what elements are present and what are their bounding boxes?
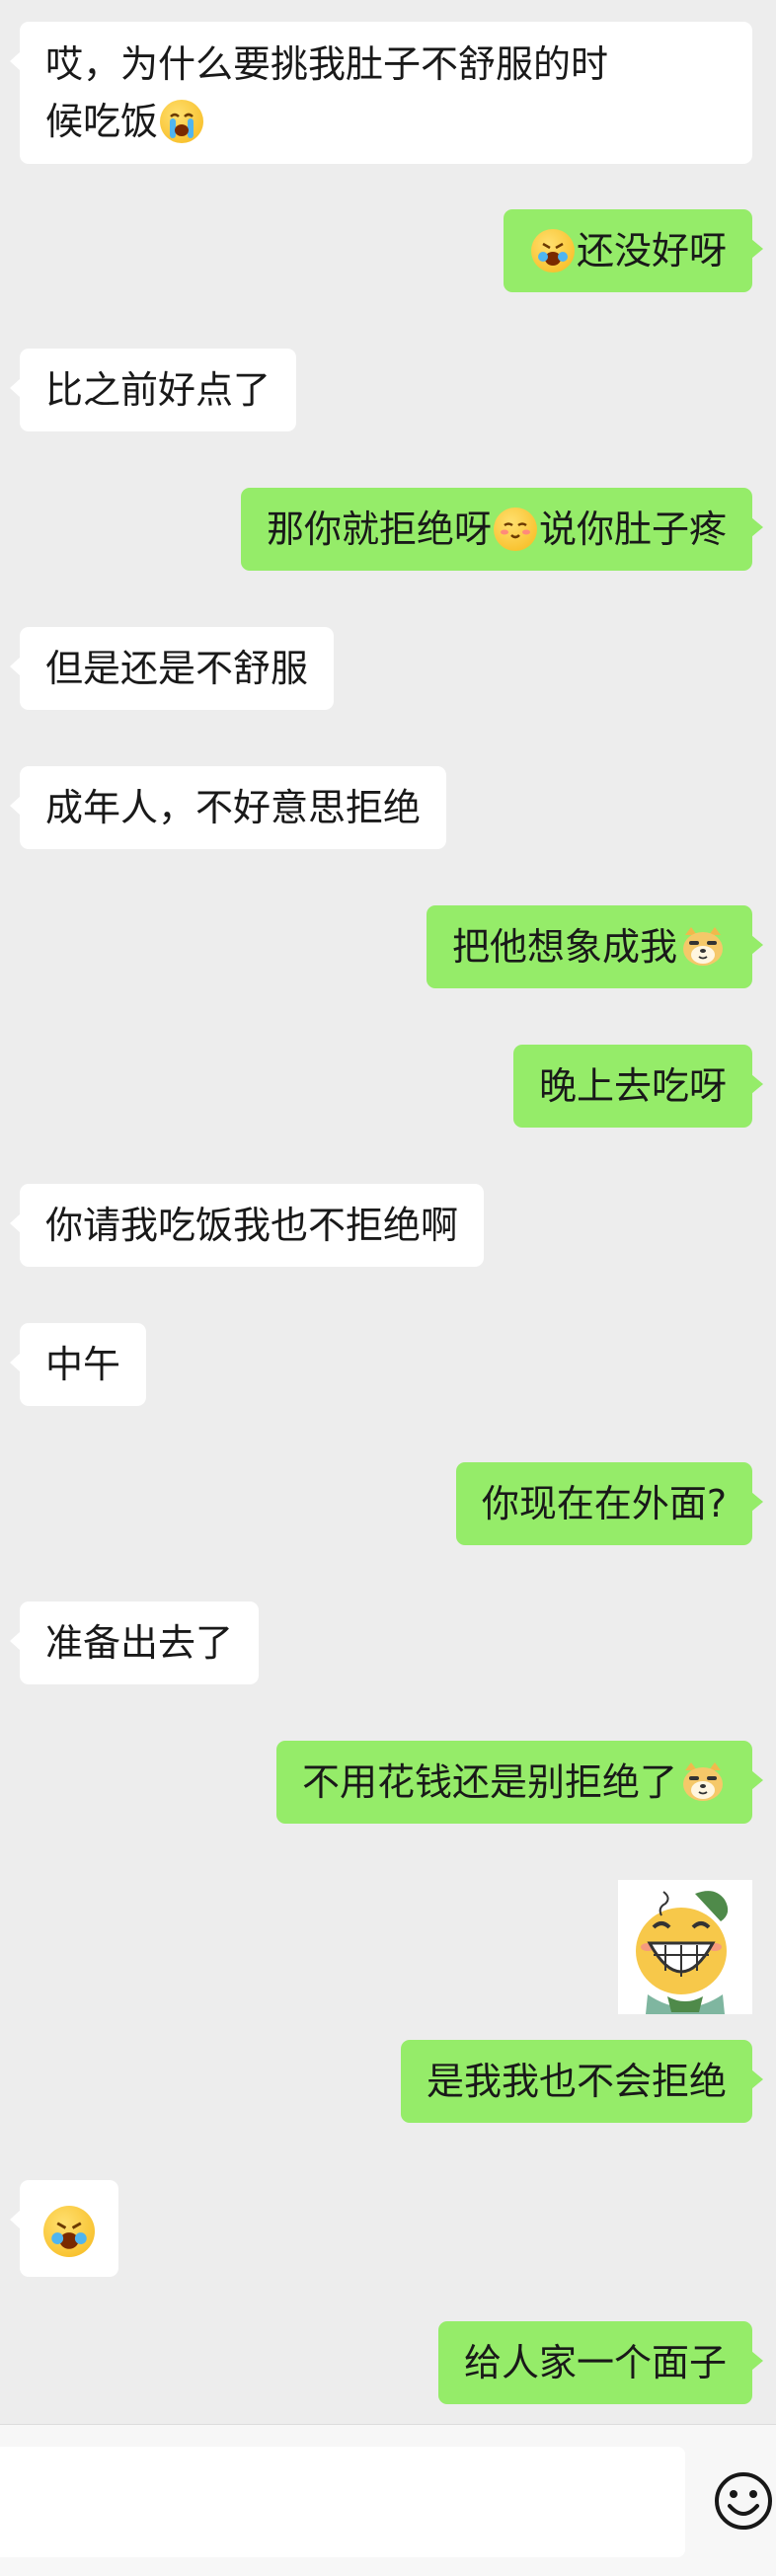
outgoing-message[interactable]: 那你就拒绝呀 说你肚子疼 (240, 488, 764, 571)
message-text: 成年人，不好意思拒绝 (45, 786, 422, 829)
input-bar (0, 2424, 776, 2576)
message-text: 是我我也不会拒绝 (426, 2060, 727, 2103)
outgoing-message[interactable]: 是我我也不会拒绝 (400, 2040, 764, 2123)
smiling-face-icon (493, 507, 537, 551)
message-text: 给人家一个面子 (463, 2341, 727, 2384)
message-text: 晚上去吃呀 (538, 1064, 727, 1108)
message-text: 你请我吃饭我也不拒绝啊 (45, 1204, 459, 1247)
incoming-message[interactable]: 成年人，不好意思拒绝 (9, 766, 447, 849)
message-text: 还没好呀 (576, 229, 727, 273)
message-text: 说你肚子疼 (538, 507, 727, 551)
message-text: 那你就拒绝呀 (266, 507, 492, 551)
message-text: 哎，为什么要挑我肚子不舒服的时 (45, 42, 609, 86)
message-text: 但是还是不舒服 (45, 647, 309, 690)
grinning-sticker-image (636, 1891, 729, 2014)
message-text: 准备出去了 (45, 1621, 234, 1665)
doge-icon (683, 1761, 723, 1801)
grinning-sticker[interactable] (618, 1880, 752, 2014)
incoming-message[interactable]: 比之前好点了 (9, 349, 297, 431)
message-text: 你现在在外面? (481, 1482, 727, 1525)
incoming-message[interactable]: 但是还是不舒服 (9, 627, 335, 710)
incoming-message[interactable]: 中午 (9, 1323, 147, 1406)
incoming-message[interactable]: 哎，为什么要挑我肚子不舒服的时 候吃饭 (10, 22, 752, 164)
message-input[interactable] (0, 2447, 685, 2557)
chat-message-list[interactable]: 哎，为什么要挑我肚子不舒服的时 候吃饭 还没好呀 比之前好点了 那你就拒绝呀 说你… (0, 0, 776, 2424)
message-text: 把他想象成我 (451, 925, 677, 969)
outgoing-message[interactable]: 把他想象成我 (426, 905, 764, 988)
message-text: 中午 (45, 1343, 121, 1386)
smiley-icon[interactable] (713, 2468, 774, 2534)
outgoing-message[interactable]: 还没好呀 (503, 209, 764, 292)
outgoing-message[interactable]: 给人家一个面子 (437, 2321, 764, 2404)
crying-face-icon (160, 99, 204, 143)
outgoing-message[interactable]: 不用花钱还是别拒绝了 (275, 1741, 764, 1824)
incoming-message[interactable]: 准备出去了 (9, 1601, 260, 1684)
message-text: 不用花钱还是别拒绝了 (301, 1760, 677, 1804)
doge-icon (683, 926, 723, 966)
message-text: 比之前好点了 (45, 368, 272, 412)
outgoing-message[interactable]: 你现在在外面? (455, 1462, 764, 1545)
outgoing-message[interactable]: 晚上去吃呀 (512, 1045, 764, 1128)
incoming-message[interactable]: 你请我吃饭我也不拒绝啊 (9, 1184, 485, 1267)
crying-face-icon (530, 228, 575, 273)
incoming-message[interactable] (10, 2180, 118, 2277)
crying-face-icon (43, 2205, 95, 2257)
message-text: 候吃饭 (45, 100, 159, 143)
